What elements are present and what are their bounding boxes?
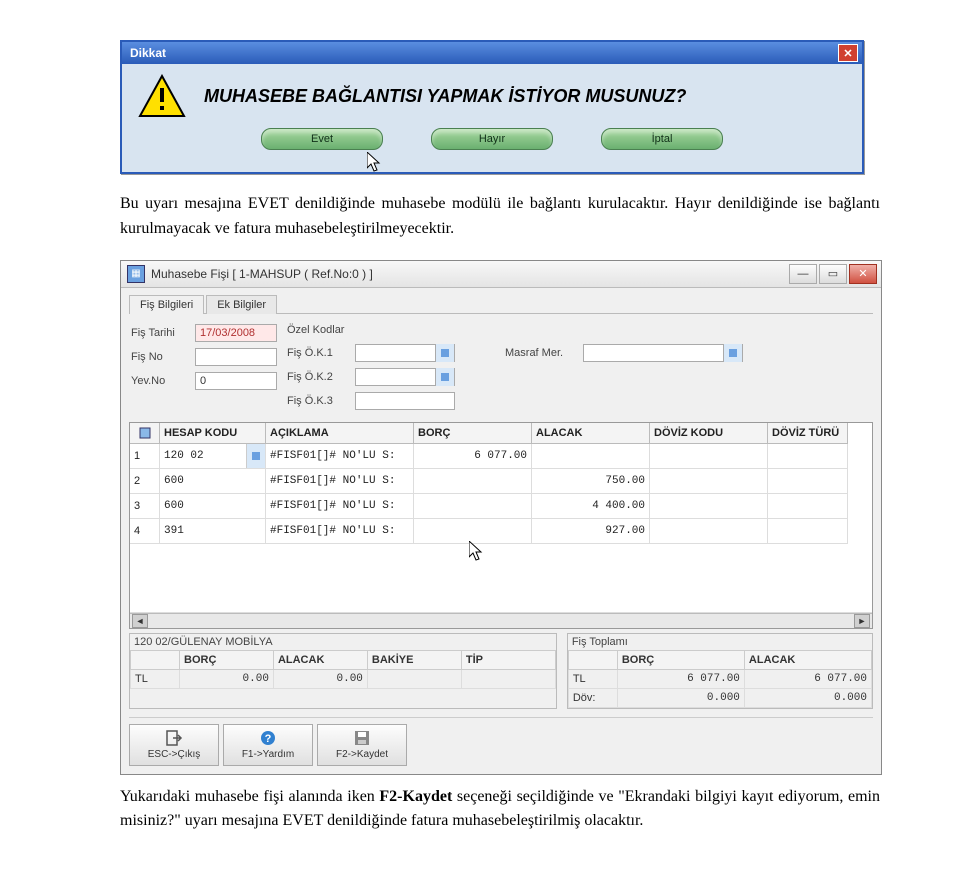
window-title: Muhasebe Fişi [ 1-MAHSUP ( Ref.No:0 ) ]: [151, 267, 373, 281]
paragraph-2: Yukarıdaki muhasebe fişi alanında iken F…: [120, 785, 880, 835]
cancel-button[interactable]: İptal: [601, 128, 723, 150]
label-fok1: Fiş Ö.K.1: [287, 347, 349, 359]
exit-icon: [165, 729, 183, 747]
cursor-icon: [469, 541, 485, 561]
maximize-icon[interactable]: ▭: [819, 264, 847, 284]
label-fis-no: Fiş No: [131, 351, 189, 363]
f2-kaydet-button[interactable]: F2->Kaydet: [317, 724, 407, 766]
help-icon: ?: [259, 729, 277, 747]
scroll-left-icon[interactable]: ◄: [132, 614, 148, 628]
f1-yardim-button[interactable]: ? F1->Yardım: [223, 724, 313, 766]
label-masraf-mer: Masraf Mer.: [505, 347, 577, 359]
fis-toplami-label: Fiş Toplamı: [568, 634, 872, 650]
app-icon: ▦: [127, 265, 145, 283]
muhasebe-fisi-window: ▦ Muhasebe Fişi [ 1-MAHSUP ( Ref.No:0 ) …: [120, 260, 882, 775]
lookup-icon[interactable]: [723, 344, 742, 362]
col-aciklama[interactable]: AÇIKLAMA: [266, 423, 414, 444]
horizontal-scrollbar[interactable]: ◄ ►: [130, 613, 872, 628]
col-borc[interactable]: BORÇ: [414, 423, 532, 444]
cell-alacak: 0.00: [274, 670, 368, 689]
button-label: F1->Yardım: [242, 749, 294, 760]
col-alacak[interactable]: ALACAK: [532, 423, 650, 444]
lookup-icon[interactable]: [246, 444, 265, 468]
table-row[interactable]: 1 120 02 #FISF01[]# NO'LU S: 6 077.00: [130, 444, 872, 469]
label-fok3: Fiş Ö.K.3: [287, 395, 349, 407]
bottom-toolbar: ESC->Çıkış ? F1->Yardım F2->Kaydet: [129, 717, 873, 766]
cell-borc: 6 077.00: [618, 670, 745, 689]
row-label: TL: [130, 670, 180, 689]
label-yev-no: Yev.No: [131, 375, 189, 387]
grid-empty-area[interactable]: [130, 544, 872, 613]
row-label: Döv:: [568, 689, 618, 708]
tab-fis-bilgileri[interactable]: Fiş Bilgileri: [129, 295, 204, 314]
col-borc: BORÇ: [180, 650, 274, 670]
row-label: TL: [568, 670, 618, 689]
tab-ek-bilgiler[interactable]: Ek Bilgiler: [206, 295, 277, 314]
fok3-input[interactable]: [355, 392, 455, 410]
cell-borc: 0.000: [618, 689, 745, 708]
tabs: Fiş Bilgileri Ek Bilgiler: [129, 294, 873, 314]
table-row[interactable]: 4 391 #FISF01[]# NO'LU S: 927.00: [130, 519, 872, 544]
yev-no-input[interactable]: 0: [195, 372, 277, 390]
col-doviz-turu[interactable]: DÖVİZ TÜRÜ: [768, 423, 848, 444]
esc-cikis-button[interactable]: ESC->Çıkış: [129, 724, 219, 766]
dialog-message: MUHASEBE BAĞLANTISI YAPMAK İSTİYOR MUSUN…: [204, 86, 686, 107]
lookup-icon[interactable]: [435, 344, 454, 362]
entries-grid: HESAP KODU AÇIKLAMA BORÇ ALACAK DÖVİZ KO…: [129, 422, 873, 629]
cursor-icon: [367, 152, 383, 172]
col-doviz-kodu[interactable]: DÖVİZ KODU: [650, 423, 768, 444]
masraf-mer-input[interactable]: [583, 344, 743, 362]
col-bakiye: BAKİYE: [368, 650, 462, 670]
paragraph-1: Bu uyarı mesajına EVET denildiğinde muha…: [120, 192, 880, 242]
cell-alacak: 0.000: [745, 689, 872, 708]
warning-dialog: Dikkat ✕ MUHASEBE BAĞLANTISI YAPMAK İSTİ…: [120, 40, 864, 174]
button-label: F2->Kaydet: [336, 749, 388, 760]
button-label: ESC->Çıkış: [148, 749, 201, 760]
cell-borc: 0.00: [180, 670, 274, 689]
table-row[interactable]: 3 600 #FISF01[]# NO'LU S: 4 400.00: [130, 494, 872, 519]
col-hesap-kodu[interactable]: HESAP KODU: [160, 423, 266, 444]
dialog-titlebar: Dikkat ✕: [122, 42, 862, 64]
scroll-right-icon[interactable]: ►: [854, 614, 870, 628]
cell-bakiye: [368, 670, 462, 689]
window-titlebar: ▦ Muhasebe Fişi [ 1-MAHSUP ( Ref.No:0 ) …: [121, 261, 881, 288]
lookup-icon[interactable]: [435, 368, 454, 386]
cell-tip: [462, 670, 556, 689]
table-row[interactable]: 2 600 #FISF01[]# NO'LU S: 750.00: [130, 469, 872, 494]
grid-corner-icon[interactable]: [130, 423, 160, 444]
save-icon: [353, 729, 371, 747]
label-ozel-kodlar: Özel Kodlar: [287, 324, 455, 336]
fis-tarihi-input[interactable]: 17/03/2008: [195, 324, 277, 342]
svg-text:?: ?: [265, 733, 272, 745]
dialog-title: Dikkat: [130, 46, 166, 60]
fok1-input[interactable]: [355, 344, 455, 362]
col-alacak: ALACAK: [745, 650, 872, 670]
warning-icon: [138, 74, 186, 118]
no-button[interactable]: Hayır: [431, 128, 553, 150]
label-fok2: Fiş Ö.K.2: [287, 371, 349, 383]
account-path-label: 120 02/GÜLENAY MOBİLYA: [130, 634, 556, 650]
col-alacak: ALACAK: [274, 650, 368, 670]
cell-alacak: 6 077.00: [745, 670, 872, 689]
fis-no-input[interactable]: [195, 348, 277, 366]
minimize-icon[interactable]: —: [789, 264, 817, 284]
close-icon[interactable]: ✕: [838, 44, 858, 62]
col-tip: TİP: [462, 650, 556, 670]
close-icon[interactable]: ✕: [849, 264, 877, 284]
yes-button[interactable]: Evet: [261, 128, 383, 150]
label-fis-tarihi: Fiş Tarihi: [131, 327, 189, 339]
col-borc: BORÇ: [618, 650, 745, 670]
fok2-input[interactable]: [355, 368, 455, 386]
